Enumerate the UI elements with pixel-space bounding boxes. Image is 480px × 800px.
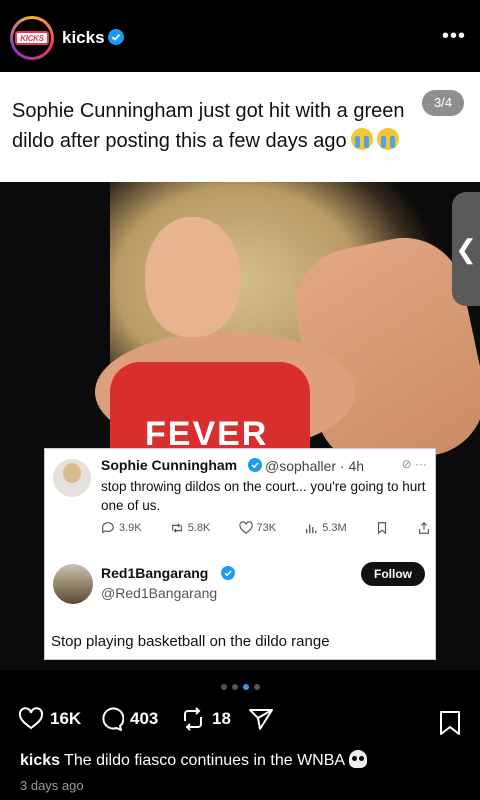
repost-button[interactable]: 18 [180, 706, 231, 732]
tweet-bookmark [375, 521, 389, 535]
profile-avatar[interactable]: KICKS [10, 16, 54, 60]
tweet-author-name: Sophie Cunningham [101, 457, 238, 473]
crying-emoji-icon [350, 128, 373, 150]
heart-icon [238, 521, 253, 534]
tweet-retweets: 5.8K [170, 521, 211, 535]
verified-badge-icon [248, 458, 262, 472]
share-icon [419, 521, 429, 534]
like-count: 16K [50, 709, 82, 728]
carousel-dot [220, 684, 227, 690]
tweet-views: 5.3M [304, 521, 347, 535]
slide-caption-text: Sophie Cunningham just got hit with a gr… [12, 100, 405, 152]
heart-icon [18, 707, 44, 730]
tweet-replies: 3.9K [101, 521, 142, 535]
reply-icon [102, 522, 114, 534]
tweet-retweets-count: 5.8K [187, 522, 211, 534]
more-options-button[interactable]: ••• [442, 26, 466, 46]
tweet-likes-count: 73K [256, 522, 277, 534]
carousel-dot [231, 684, 238, 690]
tweet-likes: 73K [238, 521, 277, 535]
views-icon [306, 524, 317, 534]
bookmark-icon [440, 711, 460, 735]
embedded-tweet: Sophie Cunningham @sophaller · 4h ⊘ ··· … [44, 448, 436, 660]
tweet-body: stop throwing dildos on the court... you… [101, 479, 426, 513]
carousel-dot-active [242, 684, 249, 690]
carousel-indicator [0, 684, 480, 690]
skull-emoji-icon [349, 750, 368, 768]
verified-badge-icon [221, 566, 235, 580]
tweet-replies-count: 3.9K [119, 522, 142, 534]
face-graphic [145, 217, 240, 337]
retweet-icon [171, 523, 182, 533]
kicks-logo: KICKS [15, 31, 49, 45]
post-header: KICKS kicks ••• [0, 0, 480, 72]
reply-author-name: Red1Bangarang [101, 565, 209, 581]
bookmark-icon [377, 522, 386, 535]
slide-caption: Sophie Cunningham just got hit with a gr… [12, 96, 432, 156]
reply-author-avatar [53, 564, 93, 604]
post-caption: kicks The dildo fiasco continues in the W… [20, 750, 368, 770]
follow-button: Follow [361, 562, 425, 586]
tweet-author-handle: @sophaller · 4h [265, 458, 365, 474]
tweet-author-avatar [53, 459, 91, 497]
tweet-share [417, 521, 431, 535]
repost-count: 18 [212, 709, 231, 728]
caption-text: The dildo fiasco continues in the WNBA [64, 752, 346, 769]
save-button[interactable] [438, 710, 462, 741]
send-icon [249, 709, 273, 730]
username[interactable]: kicks [62, 28, 105, 48]
verified-badge-icon [108, 29, 124, 45]
share-button[interactable] [248, 706, 274, 732]
comment-count: 403 [130, 709, 159, 728]
post-action-bar: 16K 403 18 [0, 706, 480, 740]
comment-button[interactable]: 403 [98, 706, 158, 732]
side-panel-tab[interactable]: ❮ [452, 192, 480, 306]
reply-author-handle: @Red1Bangarang [101, 585, 218, 601]
reply-body: Stop playing basketball on the dildo ran… [51, 633, 330, 650]
tweet-actions: 3.9K 5.8K 73K 5.3M [101, 521, 431, 535]
tweet-more-icon: ⊘ ··· [401, 457, 427, 471]
caption-username[interactable]: kicks [20, 752, 60, 769]
carousel-dot [253, 684, 260, 690]
slide-caption-card: Sophie Cunningham just got hit with a gr… [0, 72, 480, 182]
like-button[interactable]: 16K [18, 706, 81, 732]
page-indicator-badge: 3/4 [422, 90, 464, 116]
tweet-views-count: 5.3M [322, 522, 347, 534]
comment-icon [102, 707, 124, 731]
crying-emoji-icon [376, 128, 399, 150]
repost-icon [184, 707, 202, 731]
post-timestamp: 3 days ago [20, 778, 84, 793]
